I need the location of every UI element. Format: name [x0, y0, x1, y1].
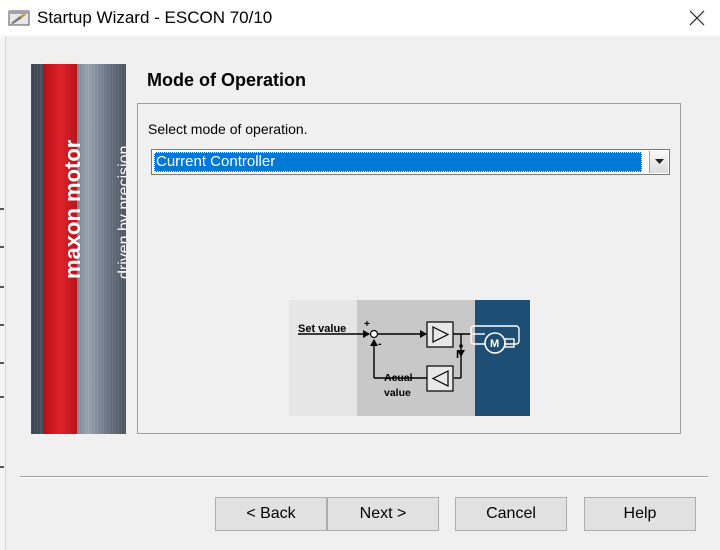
wizard-app-icon — [8, 10, 30, 26]
mode-select-dropdown-button[interactable] — [649, 151, 668, 173]
diagram-left-panel — [289, 300, 357, 416]
maxon-banner: maxon motor driven by precision — [31, 64, 126, 434]
help-button[interactable]: Help — [584, 497, 696, 531]
page-title: Mode of Operation — [147, 70, 306, 90]
feedback-block — [426, 365, 454, 392]
actual-value-label-2: value — [384, 387, 411, 399]
cancel-button[interactable]: Cancel — [455, 497, 567, 531]
summing-junction — [369, 329, 379, 339]
banner-brand-text: maxon motor — [60, 139, 85, 279]
diagram-motor-panel — [475, 300, 530, 416]
plus-sign: + — [364, 319, 370, 330]
title-bar: Startup Wizard - ESCON 70/10 — [0, 0, 720, 36]
left-window-edge — [0, 36, 6, 550]
actual-value-label-1: Acual — [384, 372, 413, 384]
mode-prompt-label: Select mode of operation. — [148, 121, 308, 137]
edge-mark — [0, 396, 4, 398]
set-value-label: Set value — [298, 323, 346, 335]
window-title: Startup Wizard - ESCON 70/10 — [37, 8, 273, 27]
close-icon — [689, 10, 705, 26]
banner-tagline-text: driven by precision — [116, 145, 126, 279]
edge-mark — [0, 466, 4, 468]
mode-select[interactable]: Current Controller — [151, 149, 670, 175]
minus-sign: - — [378, 338, 382, 350]
chevron-down-icon — [654, 159, 664, 164]
motor-label: M — [490, 338, 499, 350]
edge-mark — [0, 246, 4, 248]
edge-mark — [0, 324, 4, 326]
back-button[interactable]: < Back — [215, 497, 327, 531]
close-button[interactable] — [674, 0, 720, 36]
edge-mark — [0, 286, 4, 288]
next-button[interactable]: Next > — [327, 497, 439, 531]
button-separator — [20, 476, 708, 478]
edge-mark — [0, 362, 4, 364]
mode-select-value: Current Controller — [154, 152, 642, 172]
current-controller-diagram: Set value + - M I Acual value — [289, 300, 530, 416]
edge-mark — [0, 208, 4, 210]
